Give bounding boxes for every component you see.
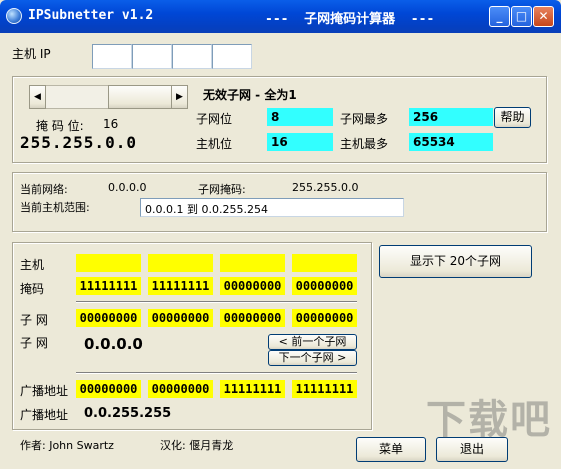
subnet-bits-label: 子网位 bbox=[196, 112, 233, 126]
broadcast-bits-octet-4: 11111111 bbox=[292, 380, 357, 398]
max-hosts-label: 主机最多 bbox=[340, 137, 389, 151]
app-title: IPSubnetter v1.2 bbox=[28, 8, 154, 23]
subnet-bits-octet-4: 00000000 bbox=[292, 309, 357, 327]
host-ip-label: 主机 IP bbox=[12, 47, 51, 61]
localization-credit: 汉化: 偃月青龙 bbox=[160, 439, 234, 452]
broadcast-bits-octet-2: 00000000 bbox=[148, 380, 213, 398]
host-ip-octet-3[interactable] bbox=[172, 44, 212, 69]
mask-bits-octet-3: 00000000 bbox=[220, 277, 285, 295]
divider bbox=[76, 301, 357, 303]
minimize-button[interactable]: _ bbox=[489, 6, 510, 27]
next-subnet-button[interactable]: 下一个子网 > bbox=[268, 350, 357, 366]
window-caption: --- 子网掩码计算器 --- bbox=[265, 12, 435, 27]
subnet-bits-octet-3: 00000000 bbox=[220, 309, 285, 327]
broadcast-label: 广播地址 bbox=[20, 384, 69, 398]
max-subnets-label: 子网最多 bbox=[340, 112, 389, 126]
mask-bits-octet-1: 11111111 bbox=[76, 277, 141, 295]
max-hosts-value: 65534 bbox=[409, 133, 493, 151]
host-bits-octet-4 bbox=[292, 254, 357, 272]
subnet-mask-label: 子网掩码: bbox=[198, 183, 246, 196]
scroll-thumb[interactable] bbox=[108, 85, 172, 109]
current-network-value: 0.0.0.0 bbox=[108, 181, 147, 194]
current-network-label: 当前网络: bbox=[20, 183, 68, 196]
subnet-bits-octet-1: 00000000 bbox=[76, 309, 141, 327]
max-subnets-value: 256 bbox=[409, 108, 493, 126]
host-bits-octet-2 bbox=[148, 254, 213, 272]
host-bits-octet-3 bbox=[220, 254, 285, 272]
help-button[interactable]: 帮助 bbox=[494, 107, 531, 128]
broadcast-ip-label: 广播地址 bbox=[20, 408, 69, 422]
host-bits-value: 16 bbox=[267, 133, 333, 151]
author-text: 作者: John Swartz bbox=[20, 439, 114, 452]
host-ip-octet-4[interactable] bbox=[212, 44, 252, 69]
site-watermark: 下载吧 bbox=[426, 397, 552, 443]
maximize-button[interactable]: □ bbox=[511, 6, 532, 27]
binary-host-label: 主机 bbox=[20, 258, 45, 272]
mask-value: 255.255.0.0 bbox=[20, 133, 137, 152]
subnet-ip-value: 0.0.0.0 bbox=[84, 335, 143, 353]
host-range-label: 当前主机范围: bbox=[20, 201, 90, 214]
mask-bits-octet-2: 11111111 bbox=[148, 277, 213, 295]
show-next-subnets-button[interactable]: 显示下 20个子网 bbox=[379, 245, 532, 278]
host-ip-octet-2[interactable] bbox=[132, 44, 172, 69]
divider bbox=[76, 372, 357, 374]
subnet-bits-octet-2: 00000000 bbox=[148, 309, 213, 327]
subnet-ip-label: 子 网 bbox=[20, 336, 48, 350]
mask-bits-value: 16 bbox=[103, 117, 119, 131]
menu-button[interactable]: 菜单 bbox=[356, 437, 426, 462]
close-button[interactable]: ✕ bbox=[533, 6, 554, 27]
mask-bits-octet-4: 00000000 bbox=[292, 277, 357, 295]
scroll-right-icon[interactable]: ▶ bbox=[171, 85, 188, 109]
host-ip-octet-1[interactable] bbox=[92, 44, 132, 69]
mask-bits-label: 掩 码 位: bbox=[36, 119, 84, 133]
subnet-bits-value: 8 bbox=[267, 108, 333, 126]
scroll-left-icon[interactable]: ◀ bbox=[29, 85, 46, 109]
host-range-field[interactable]: 0.0.0.1 到 0.0.255.254 bbox=[140, 198, 404, 217]
binary-mask-label: 掩码 bbox=[20, 282, 45, 296]
subnet-status: 无效子网 - 全为1 bbox=[203, 88, 297, 102]
broadcast-bits-octet-3: 11111111 bbox=[220, 380, 285, 398]
host-bits-label: 主机位 bbox=[196, 137, 233, 151]
broadcast-ip-value: 0.0.255.255 bbox=[84, 406, 172, 421]
broadcast-bits-octet-1: 00000000 bbox=[76, 380, 141, 398]
host-bits-octet-1 bbox=[76, 254, 141, 272]
app-globe-icon bbox=[6, 8, 22, 24]
prev-subnet-button[interactable]: < 前一个子网 bbox=[268, 334, 357, 350]
binary-subnet-label: 子 网 bbox=[20, 313, 48, 327]
subnet-mask-value: 255.255.0.0 bbox=[292, 181, 359, 194]
